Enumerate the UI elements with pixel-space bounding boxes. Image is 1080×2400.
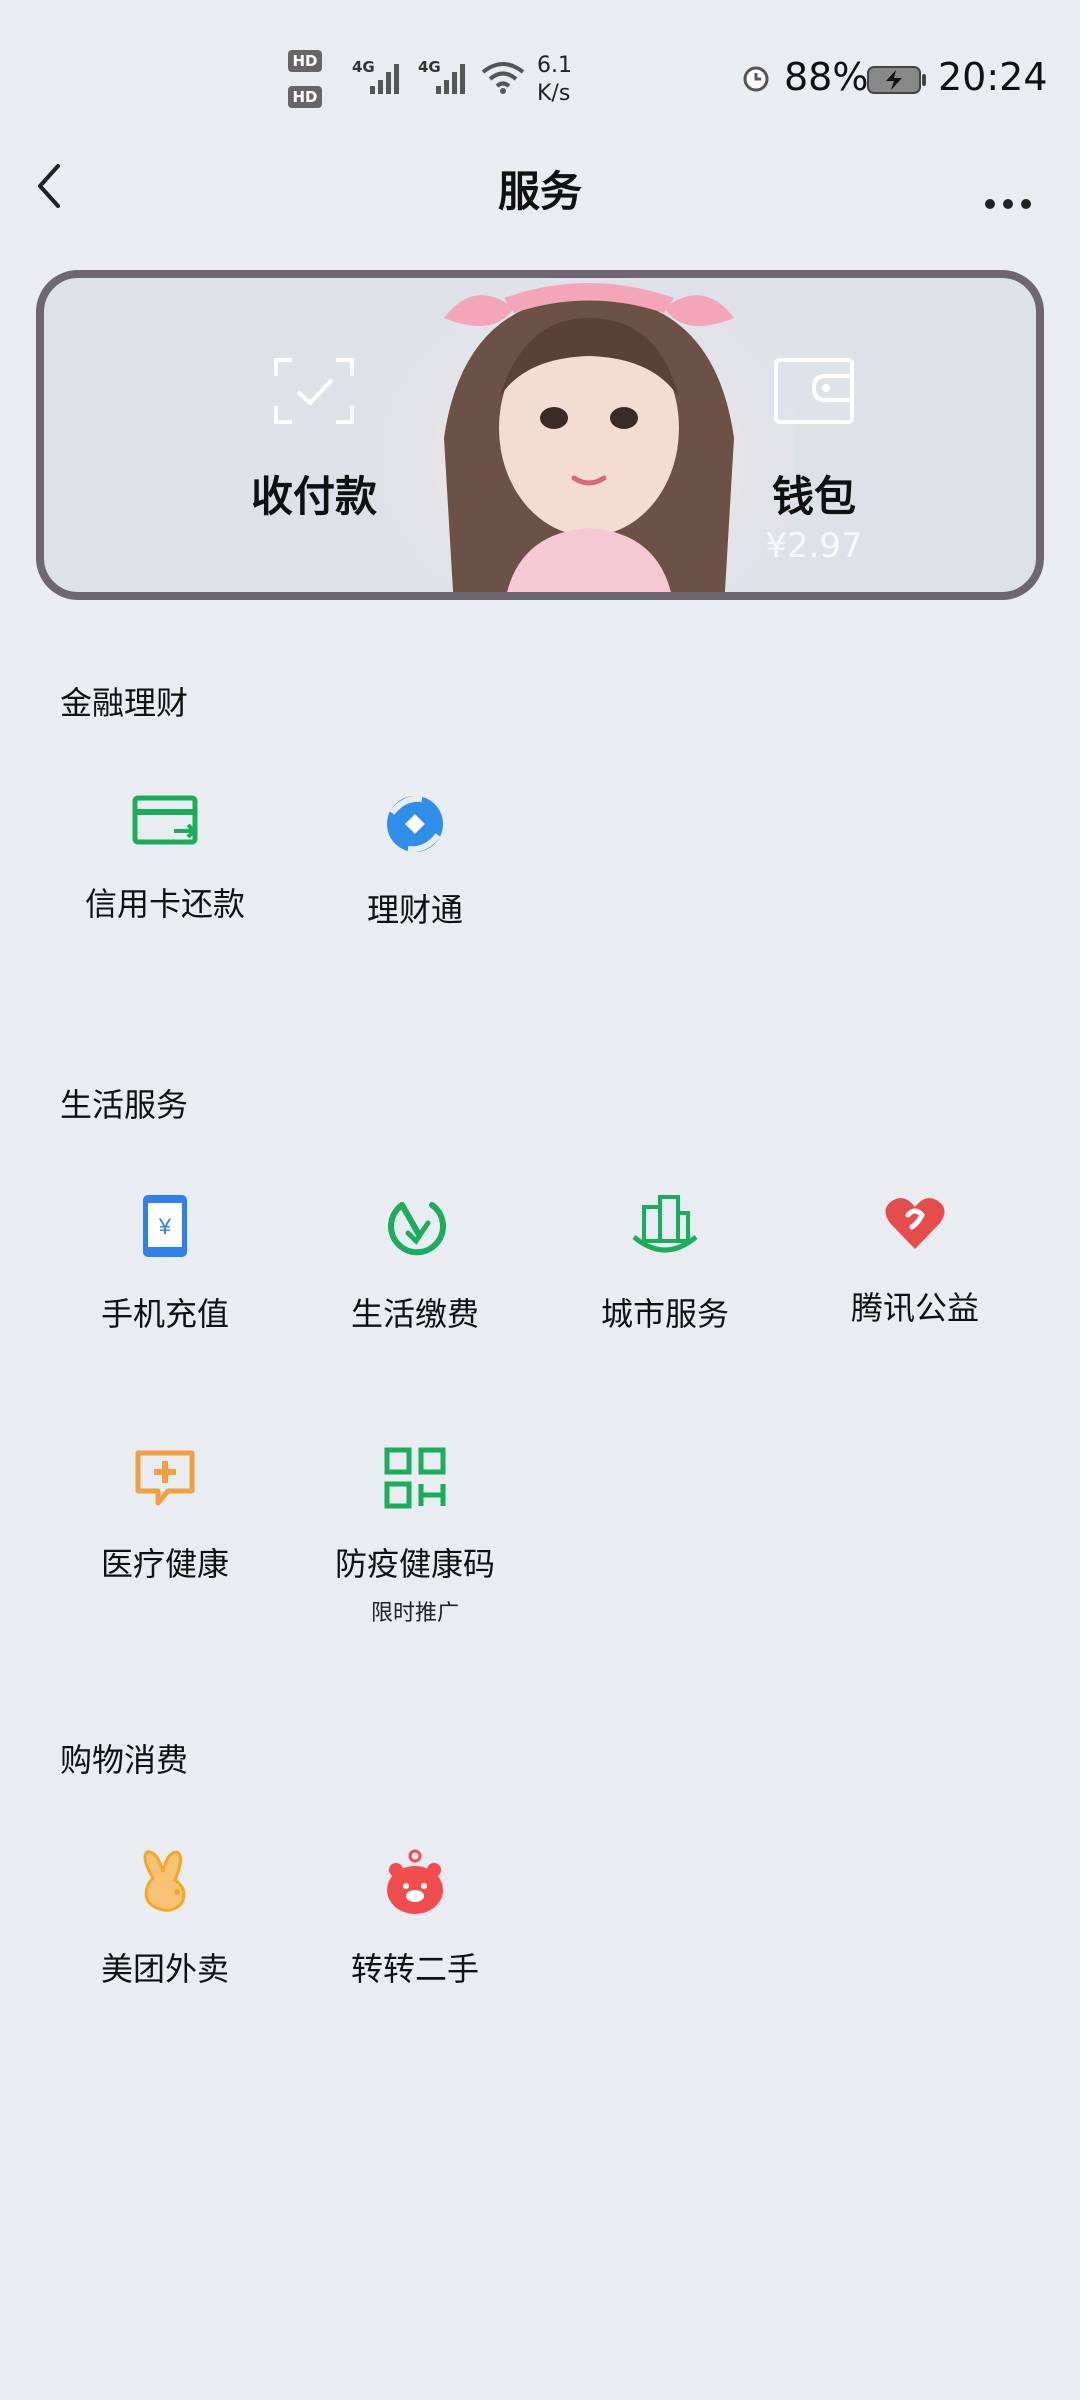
service-licaitong[interactable]: 理财通 — [290, 793, 540, 993]
status-bar: HD HD 4G 4G 6.1 K/s 88% 20:24 — [0, 0, 1080, 150]
alarm-icon — [743, 66, 769, 92]
qr-code-icon — [384, 1447, 446, 1509]
wallet-label: 钱包 — [771, 472, 856, 521]
service-label: 理财通 — [366, 891, 463, 929]
section-title-life: 生活服务 — [60, 1086, 189, 1124]
credit-card-icon — [132, 795, 198, 845]
hd-badge: HD — [288, 86, 322, 108]
wallet-button[interactable]: 钱包 ¥2.97 — [684, 278, 944, 592]
charity-heart-icon — [885, 1198, 945, 1249]
promo-tag: 限时推广 — [370, 1601, 459, 1626]
service-label: 城市服务 — [600, 1295, 729, 1333]
wallet-balance: ¥2.97 — [765, 526, 863, 566]
service-label: 美团外卖 — [100, 1950, 229, 1988]
clock: 20:24 — [938, 55, 1048, 99]
svg-text:¥: ¥ — [158, 1214, 172, 1239]
service-label: 生活缴费 — [350, 1295, 479, 1333]
service-health-code[interactable]: 防疫健康码 限时推广 — [290, 1447, 540, 1647]
service-city[interactable]: 城市服务 — [540, 1193, 790, 1393]
more-horizontal-icon — [985, 199, 1031, 209]
service-label: 防疫健康码 — [334, 1545, 495, 1583]
wifi-icon — [481, 62, 525, 94]
network-speed: 6.1 K/s — [537, 53, 572, 106]
service-tencent-charity[interactable]: 腾讯公益 — [790, 1193, 1040, 1393]
service-label: 手机充值 — [100, 1295, 229, 1333]
section-title-shopping: 购物消费 — [60, 1741, 189, 1779]
service-utility-bill[interactable]: 生活缴费 — [290, 1193, 540, 1393]
service-credit-card-repay[interactable]: 信用卡还款 — [40, 793, 290, 993]
service-phone-recharge[interactable]: ¥ 手机充值 — [40, 1193, 290, 1393]
hd-badge: HD — [288, 50, 322, 72]
service-label: 信用卡还款 — [84, 885, 245, 923]
medical-icon — [135, 1450, 195, 1506]
utility-bill-icon — [388, 1202, 446, 1256]
pay-receive-button[interactable]: 收付款 — [184, 278, 444, 592]
battery-percent: 88% — [784, 55, 869, 99]
zhuanzhuan-icon — [387, 1849, 443, 1914]
service-label: 腾讯公益 — [850, 1289, 979, 1327]
phone-recharge-icon: ¥ — [143, 1195, 187, 1257]
service-meituan[interactable]: 美团外卖 — [40, 1848, 290, 2048]
battery-charging-icon — [867, 66, 926, 94]
wealth-icon — [387, 795, 443, 853]
wallet-icon — [774, 358, 854, 424]
nav-bar: 服务 — [0, 140, 1080, 230]
pay-receive-label: 收付款 — [250, 472, 377, 521]
service-zhuanzhuan[interactable]: 转转二手 — [290, 1848, 540, 2048]
service-label: 医疗健康 — [100, 1545, 229, 1583]
service-medical-health[interactable]: 医疗健康 — [40, 1447, 290, 1647]
payment-banner: 收付款 钱包 ¥2.97 — [36, 270, 1044, 600]
meituan-icon — [143, 1850, 186, 1912]
section-title-finance: 金融理财 — [60, 684, 189, 722]
more-button[interactable] — [980, 162, 1040, 210]
page-title: 服务 — [497, 167, 582, 216]
city-icon — [632, 1195, 698, 1253]
service-label: 转转二手 — [350, 1950, 479, 1988]
scan-check-icon — [274, 358, 354, 424]
